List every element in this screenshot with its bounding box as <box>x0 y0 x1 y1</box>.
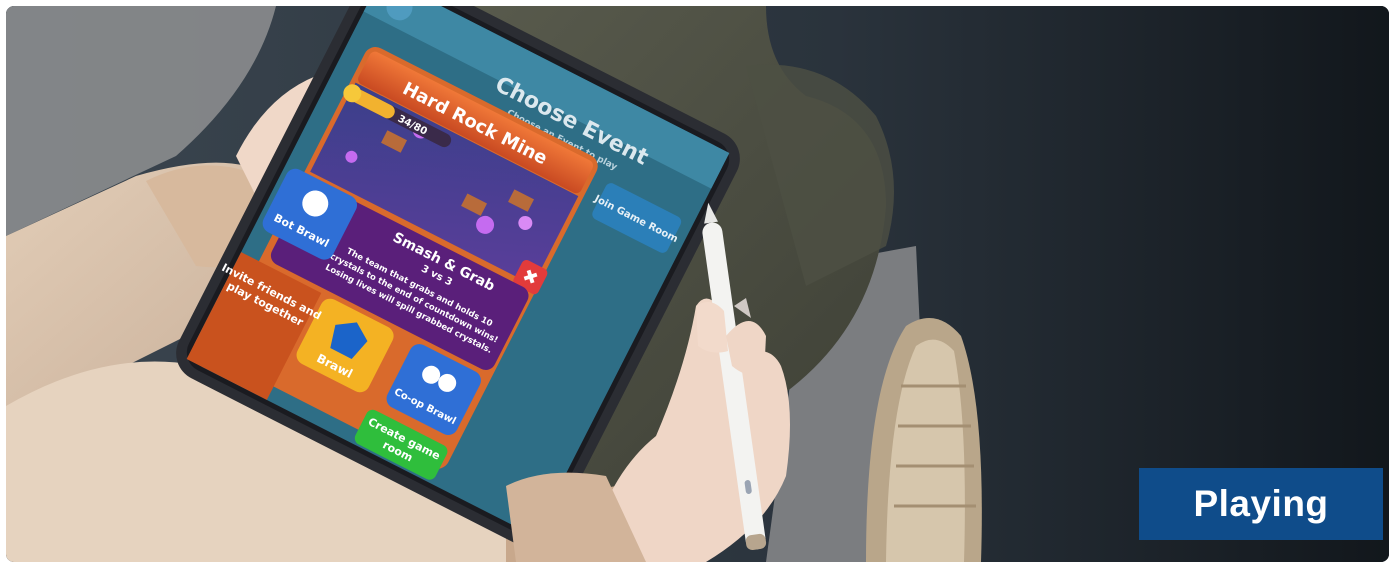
playing-caption-label: Playing <box>1193 483 1329 524</box>
playing-caption: Playing <box>1139 468 1383 540</box>
hero-image: Choose Event Choose an Event to play Joi… <box>6 6 1389 562</box>
